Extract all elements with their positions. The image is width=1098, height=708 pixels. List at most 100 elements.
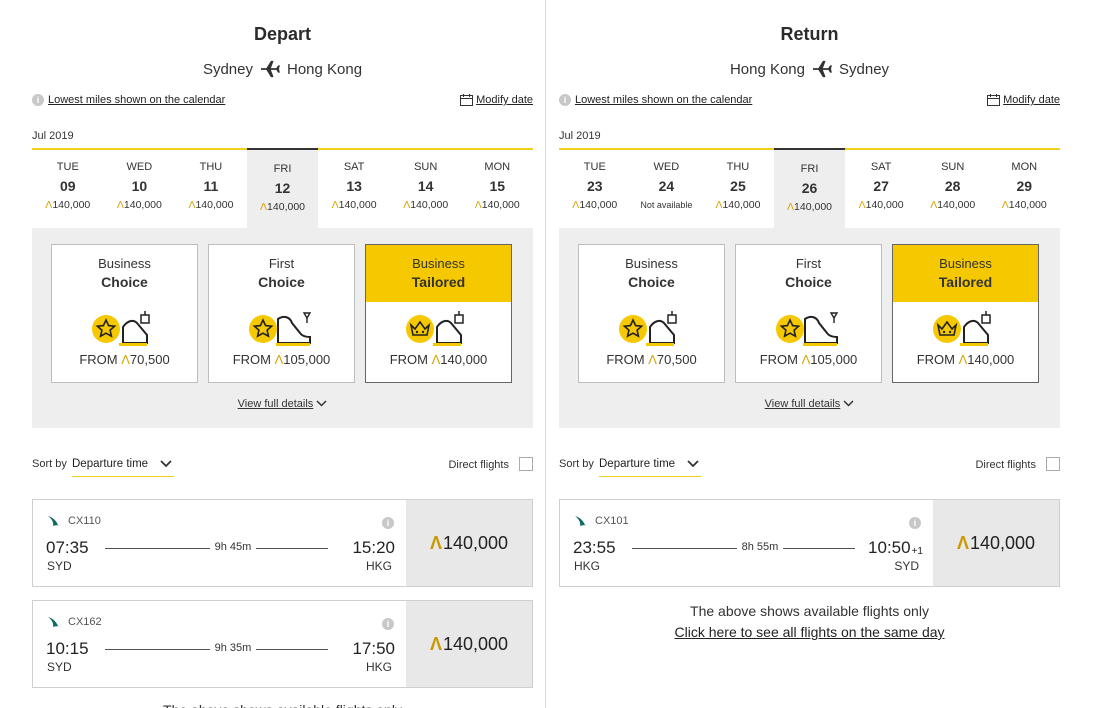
date-miles: Λ140,000 [787,201,833,213]
cabin-type: Choice [628,274,675,290]
date-miles: Λ140,000 [45,199,91,211]
return-direct-flights: Direct flights [975,457,1060,471]
flight-card[interactable]: CX110 i 07:35 SYD 9h 45m 15:20 HKG Λ 140,… [32,499,533,587]
depart-date-strip: TUE 09 Λ140,000 WED 10 Λ140,000 THU 11 Λ140,00… [32,148,533,228]
return-cabin-business-tailored-selected[interactable]: Business Tailored FROM Λ140,000 [892,244,1039,383]
crown-seat-icon [405,311,464,346]
return-date-3-selected[interactable]: FRI 26 Λ140,000 [773,148,846,228]
cabin-type: Choice [785,274,832,290]
flight-price[interactable]: Λ 140,000 [933,500,1059,586]
return-date-0[interactable]: TUE 23 Λ140,000 [559,150,631,228]
depart-cabin-business-choice[interactable]: Business Choice FROM Λ70,500 [51,244,198,383]
return-sort-select[interactable]: Departure time [599,456,701,477]
cabin-header: Business Tailored [366,245,511,302]
return-from-city: Hong Kong [729,60,805,78]
info-icon[interactable]: i [32,94,44,106]
date-miles: Λ140,000 [260,201,306,213]
return-cabin-first-choice[interactable]: First Choice FROM Λ105,000 [735,244,882,383]
cabin-from-price: FROM Λ105,000 [232,352,331,367]
flight-info-icon[interactable]: i [382,618,394,630]
depart-date-6[interactable]: MON 15 Λ140,000 [461,150,533,228]
direct-flights-checkbox[interactable] [519,457,533,471]
date-day: 15 [489,178,506,194]
view-details-link[interactable]: View full details [765,398,841,410]
return-modify-date[interactable]: Modify date [987,94,1060,106]
column-divider [545,0,546,708]
date-dow: SUN [414,161,438,173]
flight-card[interactable]: CX101 i 23:55 HKG 8h 55m 10:50+1 SYD Λ 14… [559,499,1060,587]
view-details-link[interactable]: View full details [238,398,314,410]
flight-info-icon[interactable]: i [382,517,394,529]
date-miles: Λ140,000 [930,199,976,211]
return-date-5[interactable]: SUN 28 Λ140,000 [917,150,989,228]
cabin-icon-wrap [209,302,354,352]
asia-miles-icon: Λ [116,199,124,211]
depart-modify-date-link[interactable]: Modify date [476,94,533,106]
depart-date-5[interactable]: SUN 14 Λ140,000 [390,150,462,228]
return-modify-date-link[interactable]: Modify date [1003,94,1060,106]
cabin-name: Business [939,256,992,271]
return-date-6[interactable]: MON 29 Λ140,000 [988,150,1060,228]
depart-date-1[interactable]: WED 10 Λ140,000 [104,150,176,228]
flight-info-icon[interactable]: i [909,517,921,529]
cabin-name: Business [412,256,465,271]
depart-sort-select[interactable]: Departure time [72,456,174,477]
return-lowest-miles-link[interactable]: Lowest miles shown on the calendar [575,94,752,106]
depart-cabin-business-tailored-selected[interactable]: Business Tailored FROM Λ140,000 [365,244,512,383]
date-not-available: Not available [640,200,693,210]
see-all-flights-link[interactable]: Click here to see all flights on the sam… [559,622,1060,643]
date-miles: Λ140,000 [474,199,520,211]
depart-date-3-selected[interactable]: FRI 12 Λ140,000 [246,148,319,228]
star-first-seat-icon [775,312,838,346]
date-dow: THU [726,161,750,173]
departure-airport: HKG [574,559,601,573]
depart-date-4[interactable]: SAT 13 Λ140,000 [318,150,390,228]
date-day: 23 [587,178,603,194]
cabin-header: Business Choice [52,245,197,302]
asia-miles-icon: Λ [274,352,284,367]
return-title: Return [780,24,839,44]
date-day: 26 [801,180,818,196]
date-day: 13 [346,178,362,194]
cabin-icon-wrap [893,302,1038,352]
date-day: 25 [730,178,746,194]
depart-modify-date[interactable]: Modify date [460,94,533,106]
depart-info-row: i Lowest miles shown on the calendar Mod… [32,94,533,106]
date-dow: FRI [800,163,819,175]
return-cabin-business-choice[interactable]: Business Choice FROM Λ70,500 [578,244,725,383]
flight-price[interactable]: Λ 140,000 [406,601,532,687]
date-dow: MON [1011,161,1038,173]
cathay-logo-icon [48,617,62,627]
cabin-name: Business [98,256,151,271]
departure-airport: SYD [47,660,72,674]
flight-duration: 9h 45m [183,541,283,553]
asia-miles-icon: Λ [429,532,442,553]
departure-time: 23:55 [573,538,616,557]
flight-duration: 8h 55m [710,541,810,553]
depart-date-2[interactable]: THU 11 Λ140,000 [175,150,247,228]
cabin-header: First Choice [209,245,354,302]
date-dow: SAT [343,161,365,173]
flight-card[interactable]: CX162 i 10:15 SYD 9h 35m 17:50 HKG Λ 140,… [32,600,533,688]
cabin-header: Business Tailored [893,245,1038,302]
date-day: 09 [60,178,76,194]
date-miles: Λ140,000 [188,199,234,211]
depart-view-details[interactable]: View full details [32,398,533,410]
return-view-details[interactable]: View full details [559,398,1060,410]
info-icon[interactable]: i [559,94,571,106]
return-date-4[interactable]: SAT 27 Λ140,000 [845,150,917,228]
depart-date-0[interactable]: TUE 09 Λ140,000 [32,150,104,228]
depart-cabin-first-choice[interactable]: First Choice FROM Λ105,000 [208,244,355,383]
return-date-2[interactable]: THU 25 Λ140,000 [702,150,774,228]
arrival-time: 17:50 [352,639,395,658]
cabin-from-price: FROM Λ140,000 [389,352,488,367]
depart-lowest-miles-link[interactable]: Lowest miles shown on the calendar [48,94,225,106]
cabin-icon-wrap [736,302,881,352]
depart-title: Depart [253,24,311,44]
return-info-row: i Lowest miles shown on the calendar Mod… [559,94,1060,106]
flight-price[interactable]: Λ 140,000 [406,500,532,586]
depart-from-city: Sydney [202,60,253,78]
cabin-type: Tailored [411,274,466,290]
direct-flights-checkbox[interactable] [1046,457,1060,471]
depart-month-label: Jul 2019 [32,130,74,142]
